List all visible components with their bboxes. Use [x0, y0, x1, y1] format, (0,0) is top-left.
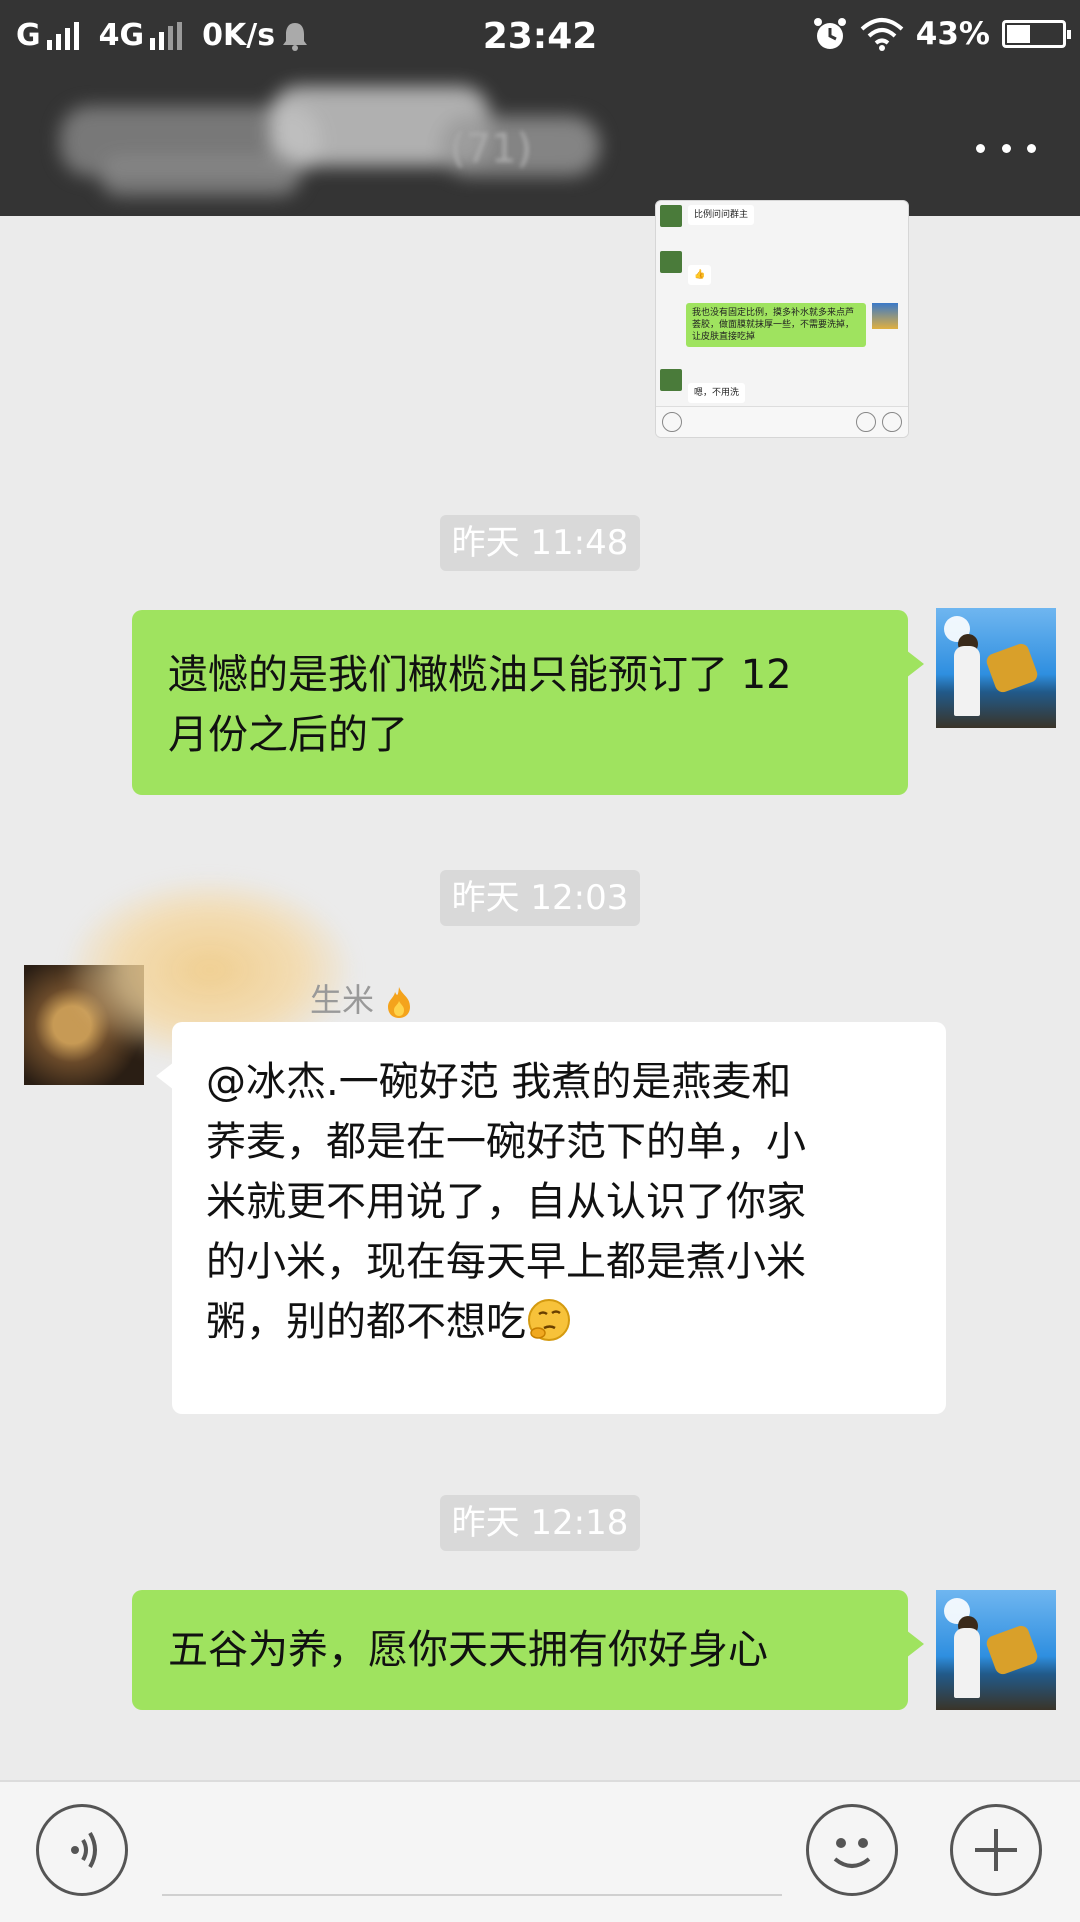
- message-line: 粥，别的都不想吃: [206, 1299, 526, 1345]
- thumb-message: 嗯，不用洗: [660, 369, 746, 403]
- timestamp: 昨天 12:03: [440, 870, 640, 926]
- thumb-avatar: [660, 369, 682, 391]
- input-bar: [0, 1780, 1080, 1922]
- text-input-field[interactable]: [162, 1894, 782, 1896]
- thumb-bubble: 我也没有固定比例，摸多补水就多来点芦荟胶，做面膜就抹厚一些，不需要洗掉，让皮肤直…: [686, 303, 866, 347]
- outgoing-message[interactable]: 遗憾的是我们橄榄油只能预订了 12 月份之后的了: [132, 610, 924, 795]
- thumb-message: 我也没有固定比例，摸多补水就多来点芦荟胶，做面膜就抹厚一些，不需要洗掉，让皮肤直…: [686, 303, 898, 347]
- message-line: 遗憾的是我们橄榄油只能预订了 12: [168, 652, 792, 698]
- thumb-plus-icon: [882, 412, 902, 432]
- chat-title-bar: (71): [0, 78, 1080, 216]
- message-line: 月份之后的了: [168, 712, 408, 758]
- thinking-emoji-icon: [528, 1299, 570, 1341]
- message-line: 米就更不用说了，自从认识了你家: [206, 1179, 806, 1225]
- incoming-message[interactable]: @冰杰.一碗好范 我煮的是燕麦和 荞麦，都是在一碗好范下的单，小 米就更不用说了…: [156, 1022, 946, 1414]
- thumb-message: 👍: [660, 251, 712, 285]
- battery-icon: [1002, 20, 1071, 48]
- outgoing-message[interactable]: 五谷为养，愿你天天拥有你好身心: [132, 1590, 924, 1710]
- more-dots-icon[interactable]: [976, 128, 1036, 168]
- status-bar: G 4G 0K/s 23:42 43%: [0, 0, 1080, 78]
- thumb-avatar: [660, 251, 682, 273]
- title-pixelated-area: [20, 86, 740, 206]
- status-right: 43%: [812, 16, 1071, 52]
- fire-icon: [388, 987, 411, 1018]
- timestamp: 昨天 12:18: [440, 1495, 640, 1551]
- thumb-bubble: 比例问问群主: [688, 205, 755, 225]
- message-line-last: 粥，别的都不想吃: [206, 1292, 912, 1352]
- message-line: 五谷为养，愿你天天拥有你好身心: [168, 1627, 768, 1673]
- battery-fill: [1007, 25, 1030, 43]
- thumb-avatar: [660, 205, 682, 227]
- thumb-bubble: 👍: [688, 265, 712, 285]
- thumb-voice-icon: [662, 412, 682, 432]
- thumb-bubble: 嗯，不用洗: [688, 383, 746, 403]
- message-line: 荞麦，都是在一碗好范下的单，小: [206, 1119, 806, 1165]
- thumb-emoji-icon: [856, 412, 876, 432]
- thumb-input-bar: [656, 406, 908, 437]
- message-line: @冰杰.一碗好范 我煮的是燕麦和: [206, 1059, 792, 1105]
- emoji-icon[interactable]: [806, 1804, 898, 1896]
- battery-percent: 43%: [915, 16, 990, 52]
- message-line: 的小米，现在每天早上都是煮小米: [206, 1239, 806, 1285]
- sender-name-text: 生米: [310, 981, 375, 1019]
- voice-icon[interactable]: [36, 1804, 128, 1896]
- thumb-message: 比例问问群主: [660, 205, 755, 227]
- shared-screenshot-image[interactable]: 比例问问群主 👍 我也没有固定比例，摸多补水就多来点芦荟胶，做面膜就抹厚一些，不…: [655, 200, 909, 438]
- wifi-icon: [860, 18, 904, 51]
- thumb-avatar: [872, 303, 898, 329]
- timestamp: 昨天 11:48: [440, 515, 640, 571]
- alarm-icon: [813, 18, 846, 49]
- my-avatar[interactable]: [936, 608, 1056, 728]
- plus-icon[interactable]: [950, 1804, 1042, 1896]
- sender-name: 生米: [310, 975, 414, 1021]
- my-avatar[interactable]: [936, 1590, 1056, 1710]
- group-title: (71): [450, 126, 533, 172]
